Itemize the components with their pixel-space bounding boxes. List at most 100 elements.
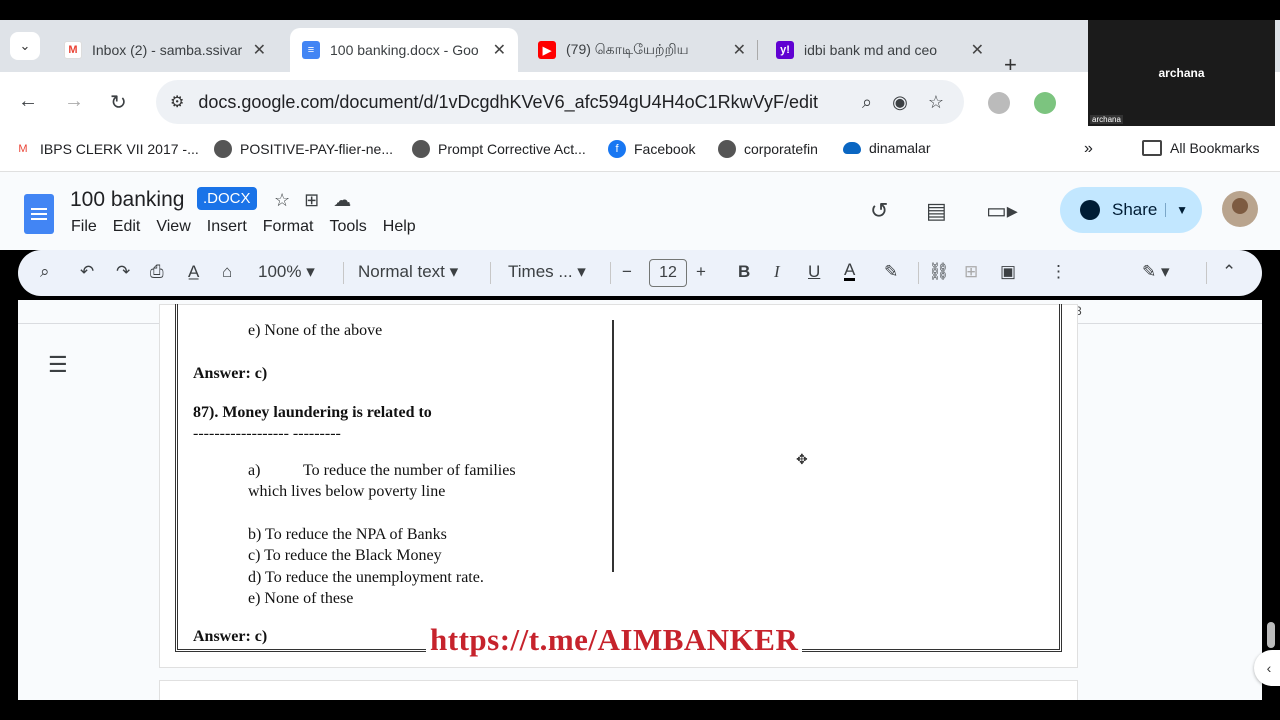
avatar[interactable] — [1222, 191, 1258, 227]
facebook-icon: f — [608, 140, 626, 158]
close-icon[interactable]: ✕ — [253, 40, 266, 60]
share-button[interactable]: Share ▼ — [1060, 187, 1202, 233]
globe-icon — [214, 140, 232, 158]
text-color-icon[interactable]: A — [844, 261, 856, 281]
tab-separator — [757, 40, 758, 60]
url-text[interactable]: docs.google.com/document/d/1vDcgdhKVeV6_… — [198, 92, 862, 113]
tab-label: idbi bank md and ceo — [804, 42, 938, 58]
formatting-toolbar: ⌕ ↶ ↷ ⎙ A̲ ⌂ 100% ▾ Normal text ▾ Times … — [18, 250, 1262, 296]
increase-font-icon[interactable]: + — [696, 262, 706, 282]
underline-icon[interactable]: U — [808, 262, 820, 282]
close-icon[interactable]: ✕ — [493, 40, 506, 60]
bookmark-label: dinamalar — [869, 140, 931, 156]
editing-mode-icon[interactable]: ✎ ▾ — [1142, 262, 1170, 282]
undo-icon[interactable]: ↶ — [80, 262, 94, 282]
menu-edit[interactable]: Edit — [113, 218, 141, 236]
menu-tools[interactable]: Tools — [329, 218, 366, 236]
docs-header: 100 banking .DOCX ☆⊞☁ File Edit View Ins… — [0, 172, 1280, 250]
all-bookmarks[interactable]: All Bookmarks — [1142, 140, 1259, 156]
bookmark-corporatefin[interactable]: corporatefin — [718, 140, 818, 158]
bookmark-label: POSITIVE-PAY-flier-ne... — [240, 141, 394, 157]
bookmark-positive-pay[interactable]: POSITIVE-PAY-flier-ne... — [214, 140, 393, 158]
insert-image-icon[interactable]: ▣ — [1000, 262, 1016, 282]
divider — [1206, 262, 1207, 284]
search-menus-icon[interactable]: ⌕ — [40, 262, 50, 282]
divider — [918, 262, 919, 284]
comments-icon[interactable]: ▤ — [926, 198, 947, 224]
globe-icon — [718, 140, 736, 158]
zoom-search-icon[interactable]: ⌕ — [862, 92, 872, 113]
spellcheck-icon[interactable]: A̲ — [188, 262, 199, 282]
paint-format-icon[interactable]: ⌂ — [222, 262, 232, 282]
bookmark-label: Prompt Corrective Act... — [438, 141, 586, 157]
close-icon[interactable]: ✕ — [971, 40, 984, 60]
tab-gmail[interactable]: M Inbox (2) - samba.ssivar ✕ — [52, 28, 278, 72]
docx-badge: .DOCX — [197, 187, 257, 210]
italic-icon[interactable]: I — [774, 262, 780, 282]
back-arrow-icon[interactable]: ← — [18, 90, 38, 113]
outline-icon[interactable]: ☰ — [48, 352, 68, 378]
tab-label: Inbox (2) - samba.ssivar — [92, 42, 243, 58]
tab-search-button[interactable]: ⌄ — [10, 32, 40, 60]
print-icon[interactable]: ⎙ — [150, 262, 164, 282]
site-info-icon[interactable]: ⚙ — [170, 92, 184, 112]
tab-youtube[interactable]: ▶ (79) கொடியேற்றிய ✕ — [526, 28, 758, 72]
option-line: e) None of the above — [248, 322, 383, 339]
document-title[interactable]: 100 banking — [70, 188, 184, 212]
video-call-overlay: archana archana — [1088, 20, 1275, 126]
move-folder-icon[interactable]: ⊞ — [304, 190, 333, 210]
close-icon[interactable]: ✕ — [733, 40, 746, 60]
docs-icon: ≡ — [302, 41, 320, 59]
menu-file[interactable]: File — [71, 218, 97, 236]
cloud-status-icon[interactable]: ☁ — [333, 190, 365, 210]
bookmark-facebook[interactable]: f Facebook — [608, 140, 695, 158]
style-select[interactable]: Normal text ▾ — [358, 262, 458, 282]
link-icon[interactable]: ⛓ — [928, 262, 950, 282]
font-select[interactable]: Times ... ▾ — [508, 262, 586, 282]
menu-help[interactable]: Help — [383, 218, 416, 236]
reload-icon[interactable]: ↻ — [110, 90, 127, 115]
menu-bar: File Edit View Insert Format Tools Help — [71, 218, 416, 236]
redo-icon[interactable]: ↷ — [116, 262, 130, 282]
menu-format[interactable]: Format — [263, 218, 314, 236]
scrollbar[interactable] — [1267, 622, 1275, 648]
bookmark-prompt-corrective[interactable]: Prompt Corrective Act... — [412, 140, 586, 158]
more-options-icon[interactable]: ⋮ — [1050, 262, 1067, 282]
bookmark-star-icon[interactable]: ☆ — [928, 92, 944, 113]
screen: ⌄ M Inbox (2) - samba.ssivar ✕ ≡ 100 ban… — [0, 0, 1280, 720]
hide-menus-chevron-up-icon[interactable]: ⌃ — [1222, 262, 1236, 282]
gmail-icon: M — [64, 41, 82, 59]
bookmark-dinamalar[interactable]: dinamalar — [843, 140, 930, 156]
answer-line: Answer: c) — [193, 628, 268, 645]
font-size-input[interactable]: 12 — [649, 259, 687, 287]
extension-icon[interactable] — [1034, 92, 1056, 114]
bookmark-ibps[interactable]: M IBPS CLERK VII 2017 -... — [14, 140, 199, 158]
menu-view[interactable]: View — [156, 218, 190, 236]
forward-arrow-icon[interactable]: → — [64, 90, 84, 113]
menu-insert[interactable]: Insert — [207, 218, 247, 236]
divider — [610, 262, 611, 284]
chevron-down-icon[interactable]: ▼ — [1165, 203, 1188, 217]
option-d: d) To reduce the unemployment rate. — [248, 569, 484, 586]
tab-docs[interactable]: ≡ 100 banking.docx - Goo ✕ — [290, 28, 518, 72]
highlight-icon[interactable]: ✎ — [884, 262, 898, 282]
add-comment-icon[interactable]: ⊞ — [964, 262, 978, 282]
version-history-icon[interactable]: ↺ — [870, 198, 888, 224]
all-bookmarks-label: All Bookmarks — [1170, 140, 1260, 156]
bold-icon[interactable]: B — [738, 262, 750, 282]
eye-icon[interactable]: ◉ — [892, 92, 908, 113]
bookmark-label: IBPS CLERK VII 2017 -... — [40, 141, 199, 157]
yahoo-icon: y! — [776, 41, 794, 59]
bookmarks-bar: M IBPS CLERK VII 2017 -... POSITIVE-PAY-f… — [0, 130, 1280, 172]
zoom-select[interactable]: 100% ▾ — [258, 262, 315, 282]
skype-extension-icon[interactable] — [988, 92, 1010, 114]
more-bookmarks-chevron-icon[interactable]: » — [1084, 140, 1093, 158]
divider — [490, 262, 491, 284]
omnibox[interactable]: ⚙ docs.google.com/document/d/1vDcgdhKVeV… — [156, 80, 964, 124]
star-icon[interactable]: ☆ — [274, 190, 304, 210]
bookmark-label: corporatefin — [744, 141, 818, 157]
tab-yahoo[interactable]: y! idbi bank md and ceo ✕ — [764, 28, 996, 72]
meet-camera-icon[interactable]: ▭▸ — [986, 198, 1018, 224]
docs-logo-icon[interactable] — [24, 194, 54, 234]
decrease-font-icon[interactable]: − — [622, 262, 632, 282]
